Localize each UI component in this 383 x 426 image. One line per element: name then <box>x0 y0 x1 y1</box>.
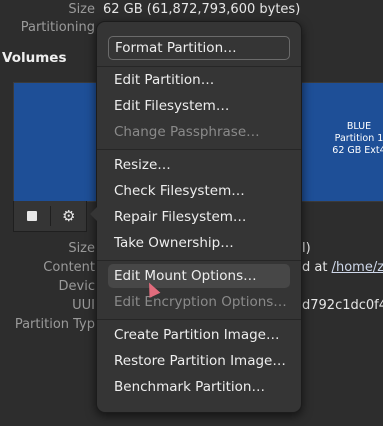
partition-options-button[interactable]: ⚙ <box>51 201 85 231</box>
partition-block-blue[interactable]: BLUE Partition 1 62 GB Ext4 <box>314 121 383 157</box>
menu-item-edit-partition[interactable]: Edit Partition… <box>108 68 290 92</box>
volume-toolbar: ⚙ <box>13 201 87 232</box>
partition-type-label: Partition Typ <box>14 317 95 332</box>
menu-item-benchmark-partition[interactable]: Benchmark Partition… <box>108 375 290 399</box>
menu-item-change-passphrase: Change Passphrase… <box>114 124 260 140</box>
volumes-heading: Volumes <box>2 50 67 66</box>
contents-value: d at /home/ze <box>302 260 383 275</box>
menu-item-edit-filesystem[interactable]: Edit Filesystem… <box>108 94 290 118</box>
menu-item-resize[interactable]: Resize… <box>108 153 290 177</box>
menu-separator <box>97 260 301 261</box>
size-label: Size <box>68 2 95 17</box>
uuid-value: d792c1dc0f4 <box>302 298 383 313</box>
menu-item-restore-partition-image[interactable]: Restore Partition Image… <box>108 349 290 373</box>
menu-item-format-partition[interactable]: Format Partition… <box>108 36 290 60</box>
mount-point-link[interactable]: /home/ze <box>332 260 383 275</box>
stop-icon <box>27 211 37 221</box>
contents-text: d at <box>302 260 328 275</box>
partition-options-menu: Format Partition… Edit Partition… Edit F… <box>90 21 302 413</box>
size-value: 62 GB (61,872,793,600 bytes) <box>103 2 301 17</box>
menu-item-take-ownership[interactable]: Take Ownership… <box>108 231 290 255</box>
contents-label: Content <box>43 260 95 275</box>
menu-item-check-filesystem[interactable]: Check Filesystem… <box>108 179 290 203</box>
gear-icon: ⚙ <box>62 207 76 225</box>
size-label-2: Size <box>68 241 95 256</box>
menu-separator <box>97 66 301 67</box>
partitioning-label: Partitioning <box>20 20 95 35</box>
partition-size-fs: 62 GB Ext4 <box>332 145 383 156</box>
device-label: Devic <box>58 279 95 294</box>
partition-number: Partition 1 <box>334 133 383 144</box>
stop-button[interactable] <box>14 201 48 231</box>
menu-item-repair-filesystem[interactable]: Repair Filesystem… <box>108 205 290 229</box>
size-value-2: l) <box>302 241 311 256</box>
menu-separator <box>97 149 301 150</box>
menu-item-create-partition-image[interactable]: Create Partition Image… <box>108 323 290 347</box>
uuid-label: UUI <box>72 298 95 313</box>
menu-separator <box>97 319 301 320</box>
menu-item-edit-mount-options[interactable]: Edit Mount Options… <box>108 264 290 288</box>
partition-name: BLUE <box>346 121 372 132</box>
menu-item-edit-encryption-options: Edit Encryption Options… <box>114 294 287 310</box>
